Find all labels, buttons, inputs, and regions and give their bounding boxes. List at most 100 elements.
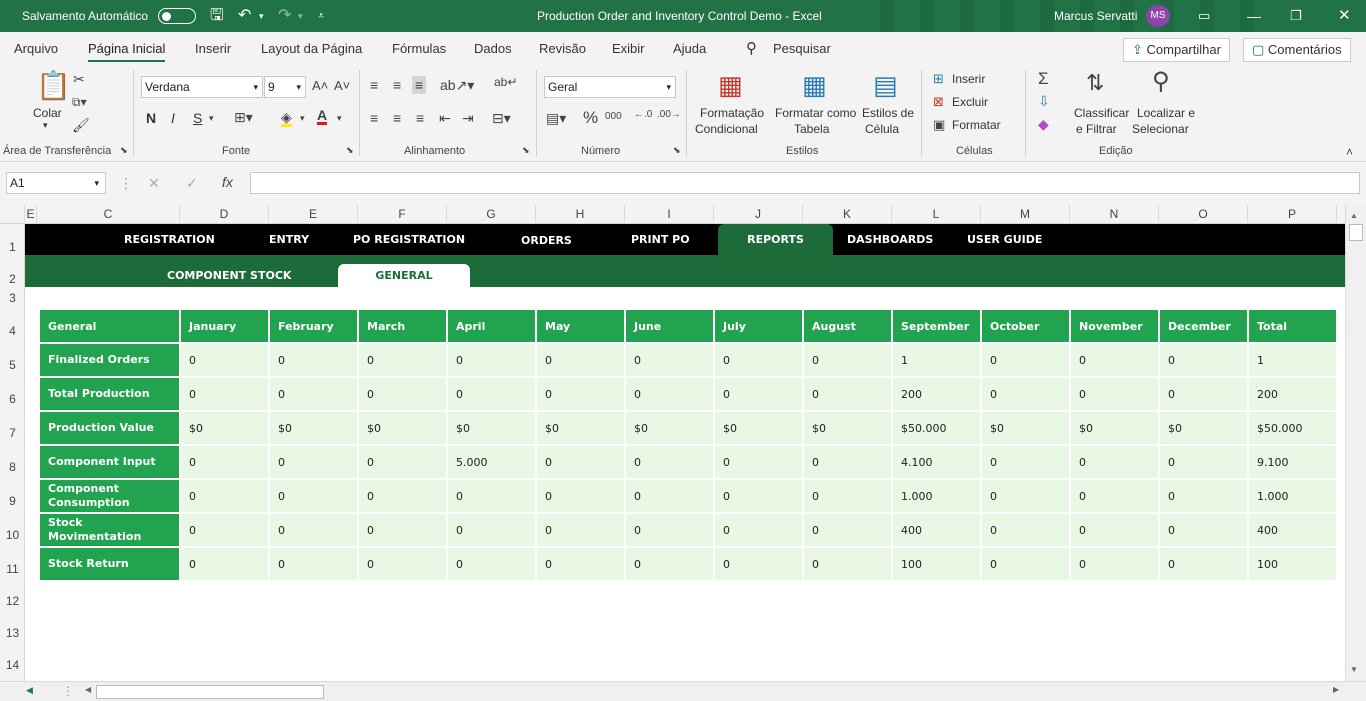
insert-function-icon[interactable]: fx bbox=[222, 175, 233, 189]
insert-cells-label[interactable]: Inserir bbox=[952, 72, 985, 86]
column-header[interactable]: F bbox=[358, 205, 447, 224]
value-cell[interactable]: $0 bbox=[1160, 412, 1247, 444]
ribbon-display-icon[interactable]: ▭ bbox=[1198, 0, 1210, 32]
delete-cells-label[interactable]: Excluir bbox=[952, 95, 988, 109]
value-cell[interactable]: 0 bbox=[982, 480, 1069, 512]
value-cell[interactable]: 0 bbox=[982, 378, 1069, 410]
value-cell[interactable]: 0 bbox=[270, 480, 357, 512]
column-header[interactable]: D bbox=[180, 205, 269, 224]
value-cell[interactable]: 0 bbox=[804, 446, 891, 478]
format-table-label-1[interactable]: Formatar como bbox=[775, 106, 856, 120]
value-cell[interactable]: 0 bbox=[270, 378, 357, 410]
cancel-icon[interactable]: ✕ bbox=[148, 176, 160, 190]
value-cell[interactable]: 1 bbox=[893, 344, 980, 376]
value-cell[interactable]: 0 bbox=[1160, 344, 1247, 376]
bold-button[interactable]: N bbox=[146, 110, 156, 126]
table-header-cell[interactable]: Total bbox=[1249, 310, 1336, 342]
row-label-cell[interactable]: Total Production bbox=[40, 378, 179, 410]
alignment-launcher-icon[interactable]: ⬊ bbox=[522, 146, 530, 155]
percent-icon[interactable]: % bbox=[583, 109, 598, 126]
sort-filter-label-1[interactable]: Classificar bbox=[1074, 106, 1129, 120]
value-cell[interactable]: 0 bbox=[1071, 378, 1158, 410]
value-cell[interactable]: 0 bbox=[181, 514, 268, 546]
tab-pagina-inicial[interactable]: Página Inicial bbox=[88, 41, 166, 62]
table-header-cell[interactable]: December bbox=[1160, 310, 1247, 342]
value-cell[interactable]: 0 bbox=[537, 344, 624, 376]
value-cell[interactable]: 0 bbox=[448, 344, 535, 376]
conditional-format-label-1[interactable]: Formatação bbox=[700, 106, 764, 120]
tab-arquivo[interactable]: Arquivo bbox=[14, 41, 58, 56]
row-header[interactable]: 4 bbox=[0, 324, 25, 338]
redo-dropdown-icon[interactable]: ▾ bbox=[298, 0, 303, 32]
format-as-table-icon[interactable]: ▦ bbox=[802, 72, 827, 98]
sheet-prev-icon[interactable]: ◀ bbox=[26, 685, 33, 696]
value-cell[interactable]: 0 bbox=[715, 514, 802, 546]
value-cell[interactable]: 0 bbox=[715, 480, 802, 512]
table-header-cell[interactable]: October bbox=[982, 310, 1069, 342]
underline-dropdown-icon[interactable]: ▾ bbox=[209, 114, 214, 123]
cell-styles-label-1[interactable]: Estilos de bbox=[862, 106, 914, 120]
value-cell[interactable]: 0 bbox=[448, 480, 535, 512]
close-icon[interactable]: ✕ bbox=[1338, 0, 1351, 32]
value-cell[interactable]: 0 bbox=[626, 344, 713, 376]
value-cell[interactable]: 0 bbox=[804, 344, 891, 376]
value-cell[interactable]: 0 bbox=[804, 480, 891, 512]
comma-style-icon[interactable]: 000 bbox=[605, 112, 622, 122]
avatar[interactable]: MS bbox=[1146, 5, 1170, 27]
row-header[interactable]: 7 bbox=[0, 426, 25, 440]
decrease-decimal-icon[interactable]: .00→ bbox=[657, 110, 681, 120]
font-size-select[interactable]: 9 ▾ bbox=[264, 76, 306, 98]
conditional-format-icon[interactable]: ▦ bbox=[718, 72, 743, 98]
tab-inserir[interactable]: Inserir bbox=[195, 41, 231, 56]
paste-icon[interactable]: 📋 bbox=[36, 72, 71, 100]
value-cell[interactable]: 4.100 bbox=[893, 446, 980, 478]
value-cell[interactable]: 0 bbox=[626, 480, 713, 512]
value-cell[interactable]: 0 bbox=[359, 378, 446, 410]
value-cell[interactable]: 0 bbox=[982, 344, 1069, 376]
redo-icon[interactable]: ↷ bbox=[278, 0, 291, 32]
row-header[interactable]: 3 bbox=[0, 291, 25, 305]
value-cell[interactable]: 0 bbox=[448, 378, 535, 410]
table-header-cell[interactable]: June bbox=[626, 310, 713, 342]
cell-styles-icon[interactable]: ▤ bbox=[873, 72, 898, 98]
font-color-icon[interactable]: A bbox=[317, 108, 328, 125]
value-cell[interactable]: 0 bbox=[448, 548, 535, 580]
value-cell[interactable]: 200 bbox=[1249, 378, 1336, 410]
value-cell[interactable]: 0 bbox=[537, 378, 624, 410]
delete-cells-icon[interactable]: ⊠ bbox=[933, 95, 944, 108]
conditional-format-label-2[interactable]: Condicional bbox=[695, 122, 758, 136]
table-header-cell[interactable]: March bbox=[359, 310, 446, 342]
value-cell[interactable]: 0 bbox=[626, 378, 713, 410]
row-label-cell[interactable]: Production Value bbox=[40, 412, 179, 444]
value-cell[interactable]: $0 bbox=[537, 412, 624, 444]
tab-formulas[interactable]: Fórmulas bbox=[392, 41, 446, 56]
row-header[interactable]: 1 bbox=[0, 240, 25, 254]
paste-dropdown-icon[interactable]: ▾ bbox=[43, 120, 48, 131]
format-table-label-2[interactable]: Tabela bbox=[794, 122, 829, 136]
table-header-cell[interactable]: May bbox=[537, 310, 624, 342]
value-cell[interactable]: 400 bbox=[1249, 514, 1336, 546]
share-button[interactable]: ⇪ Compartilhar bbox=[1123, 38, 1230, 62]
column-header[interactable]: K bbox=[803, 205, 892, 224]
search-icon[interactable]: ⚲ bbox=[746, 39, 757, 57]
value-cell[interactable]: $0 bbox=[804, 412, 891, 444]
comments-button[interactable]: ▢ Comentários bbox=[1243, 38, 1351, 62]
value-cell[interactable]: $0 bbox=[181, 412, 268, 444]
value-cell[interactable]: 5.000 bbox=[448, 446, 535, 478]
value-cell[interactable]: 0 bbox=[1160, 514, 1247, 546]
nav-user-guide[interactable]: USER GUIDE bbox=[967, 224, 1042, 255]
collapse-ribbon-icon[interactable]: ˄ bbox=[1346, 146, 1353, 158]
nav-po-registration[interactable]: PO REGISTRATION bbox=[353, 224, 465, 255]
row-header[interactable]: 12 bbox=[0, 594, 25, 608]
sort-filter-icon[interactable]: ⇅ bbox=[1086, 72, 1104, 94]
column-header[interactable]: G bbox=[447, 205, 536, 224]
borders-icon[interactable]: ⊞▾ bbox=[234, 110, 253, 124]
value-cell[interactable]: 0 bbox=[270, 344, 357, 376]
row-header[interactable]: 14 bbox=[0, 658, 25, 672]
value-cell[interactable]: 0 bbox=[537, 446, 624, 478]
value-cell[interactable]: 0 bbox=[626, 514, 713, 546]
font-launcher-icon[interactable]: ⬊ bbox=[346, 146, 354, 155]
column-header[interactable]: E bbox=[25, 205, 37, 224]
scroll-left-icon[interactable]: ◀ bbox=[85, 685, 91, 694]
value-cell[interactable]: 1.000 bbox=[1249, 480, 1336, 512]
